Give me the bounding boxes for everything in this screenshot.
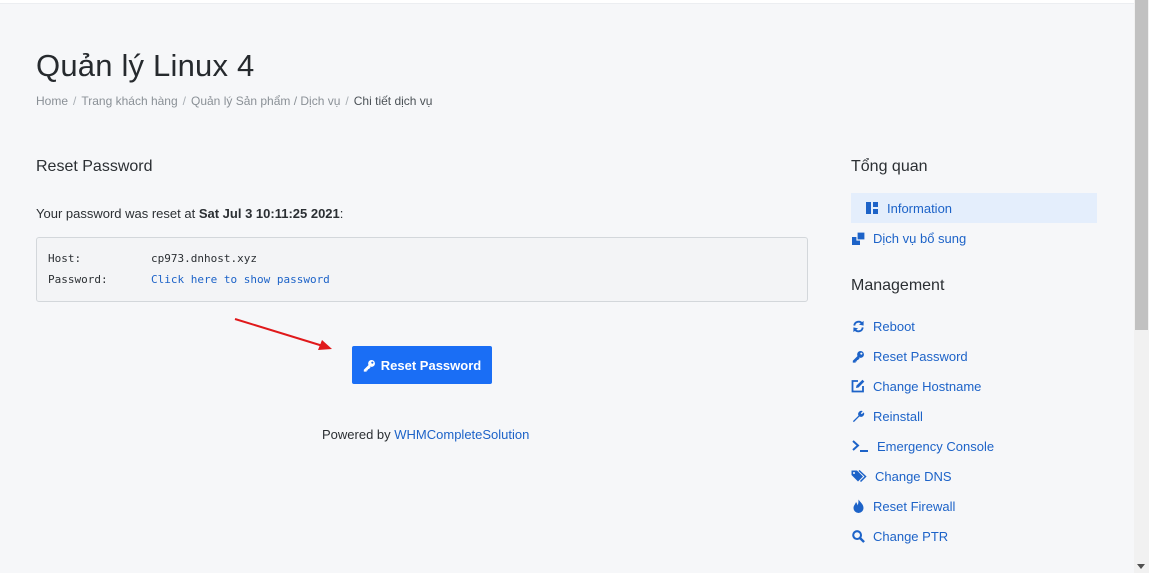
reset-password-button[interactable]: Reset Password — [352, 346, 492, 384]
sidebar-item-change-ptr[interactable]: Change PTR — [851, 521, 1097, 551]
powered-by: Powered by WHMCompleteSolution — [322, 427, 529, 442]
reset-message-colon: : — [339, 206, 344, 221]
host-label: Host: — [48, 252, 82, 265]
credentials-box: Host: cp973.dnhost.xyz Password: Click her… — [36, 237, 808, 302]
breadcrumb-client-area[interactable]: Trang khách hàng — [81, 94, 177, 108]
annotation-arrow — [234, 318, 332, 350]
sidebar-item-label: Change Hostname — [873, 378, 982, 394]
page-title: Quản lý Linux 4 — [36, 48, 255, 83]
key-icon — [851, 349, 865, 363]
scrollbar-thumb[interactable] — [1135, 0, 1148, 330]
wrench-icon — [851, 409, 865, 423]
addons-icon — [851, 231, 865, 245]
host-row: Host: cp973.dnhost.xyz — [48, 252, 257, 265]
vertical-scrollbar[interactable] — [1134, 0, 1149, 573]
reset-message-text: Your password was reset at — [36, 206, 199, 221]
breadcrumb-separator: / — [182, 94, 186, 108]
breadcrumb-separator: / — [345, 94, 349, 108]
sidebar-item-change-dns[interactable]: Change DNS — [851, 461, 1097, 491]
sidebar-item-information[interactable]: Information — [851, 193, 1097, 223]
sidebar-item-emergency-console[interactable]: Emergency Console — [851, 431, 1097, 461]
show-password-link[interactable]: Click here to show password — [151, 273, 330, 286]
breadcrumb-current: Chi tiết dịch vụ — [353, 94, 433, 108]
breadcrumb-separator: / — [73, 94, 77, 108]
management-heading: Management — [851, 277, 945, 294]
overview-heading: Tổng quan — [851, 158, 928, 175]
password-label: Password: — [48, 273, 108, 286]
reset-password-heading: Reset Password — [36, 158, 153, 175]
sidebar-item-change-hostname[interactable]: Change Hostname — [851, 371, 1097, 401]
sidebar-item-label: Reinstall — [873, 408, 923, 424]
sidebar-item-label: Reboot — [873, 318, 915, 334]
overview-menu: Information Dịch vụ bổ sung — [851, 193, 1097, 253]
reset-password-button-label: Reset Password — [380, 357, 482, 373]
sidebar-item-label: Information — [887, 200, 953, 216]
sidebar-item-reset-password[interactable]: Reset Password — [851, 341, 1097, 371]
sidebar-item-label: Change PTR — [873, 528, 949, 544]
sidebar-item-label: Reset Firewall — [873, 498, 956, 514]
whmcs-link[interactable]: WHMCompleteSolution — [394, 427, 529, 442]
tags-icon — [851, 469, 867, 483]
dashboard-icon — [865, 201, 879, 215]
sidebar-item-label: Reset Password — [873, 348, 968, 364]
management-menu: Reboot Reset Password Change Hostname Re… — [851, 311, 1097, 551]
refresh-icon — [851, 319, 865, 333]
key-icon — [363, 359, 376, 372]
sidebar-item-addons[interactable]: Dịch vụ bổ sung — [851, 223, 1097, 253]
sidebar-item-label: Change DNS — [875, 468, 952, 484]
top-bar — [0, 0, 1134, 4]
password-row: Password: Click here to show password — [48, 273, 330, 286]
sidebar-item-reset-firewall[interactable]: Reset Firewall — [851, 491, 1097, 521]
reset-message: Your password was reset at Sat Jul 3 10:… — [36, 206, 343, 221]
sidebar-item-label: Emergency Console — [877, 438, 995, 454]
breadcrumb-home[interactable]: Home — [36, 94, 68, 108]
fire-icon — [851, 499, 865, 513]
breadcrumb: Home / Trang khách hàng / Quản lý Sản phẩm /… — [36, 94, 432, 108]
edit-icon — [851, 379, 865, 393]
terminal-icon — [851, 439, 869, 453]
host-value: cp973.dnhost.xyz — [151, 252, 257, 265]
sidebar-item-reinstall[interactable]: Reinstall — [851, 401, 1097, 431]
powered-by-text: Powered by — [322, 427, 395, 442]
sidebar-item-label: Dịch vụ bổ sung — [873, 230, 967, 246]
sidebar-item-reboot[interactable]: Reboot — [851, 311, 1097, 341]
search-icon — [851, 529, 865, 543]
breadcrumb-products[interactable]: Quản lý Sản phẩm / Dịch vụ — [191, 94, 340, 108]
scroll-down-icon[interactable] — [1137, 564, 1145, 569]
reset-timestamp: Sat Jul 3 10:11:25 2021 — [198, 206, 340, 221]
